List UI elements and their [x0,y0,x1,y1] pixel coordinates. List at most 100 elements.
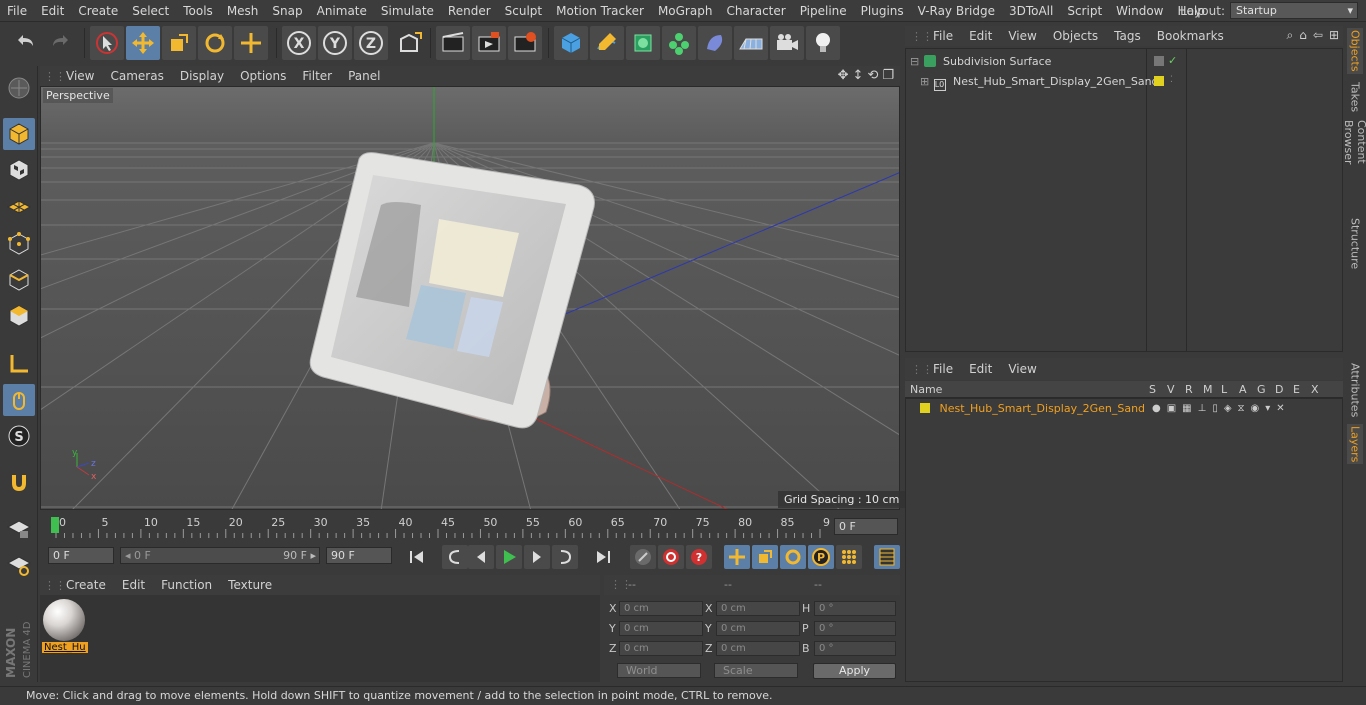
viewport-menu-panel[interactable]: Panel [340,69,388,83]
menu-animate[interactable]: Animate [310,4,374,18]
tree-toggle-icon[interactable]: ⊞ [920,72,930,91]
layer-menu-file[interactable]: File [925,362,961,376]
frame-range-slider[interactable]: ◂ 0 F 90 F ▸ [120,547,320,564]
tab-takes[interactable]: Takes [1347,80,1363,114]
viewport-menu-options[interactable]: Options [232,69,294,83]
axis-mode-icon[interactable] [3,348,35,380]
menu-render[interactable]: Render [441,4,498,18]
menu-tools[interactable]: Tools [176,4,220,18]
redo-icon[interactable] [44,26,78,60]
viewport-menu-view[interactable]: View [58,69,102,83]
edges-mode-icon[interactable] [3,264,35,296]
column-expressions[interactable]: E [1293,383,1300,396]
column-render[interactable]: R [1185,383,1193,396]
column-animation[interactable]: A [1239,383,1247,396]
material-menu-edit[interactable]: Edit [114,578,153,592]
subdivision-surface-icon[interactable] [626,26,660,60]
previous-frame-icon[interactable] [468,545,494,569]
menu-simulate[interactable]: Simulate [374,4,441,18]
go-to-end-icon[interactable] [590,545,616,569]
maximize-view-icon[interactable]: ❐ [882,68,894,83]
tab-content-browser[interactable]: Content Browser [1342,120,1366,210]
position-y-field[interactable]: 0 cm [619,621,703,636]
timeline-window-icon[interactable] [874,545,900,569]
object-name[interactable]: Nest_Hub_Smart_Display_2Gen_Sand [953,75,1159,88]
menu-vray-bridge[interactable]: V-Ray Bridge [911,4,1002,18]
current-frame-field[interactable]: 0 F [834,518,898,535]
menu-snap[interactable]: Snap [265,4,309,18]
go-to-start-icon[interactable] [404,545,430,569]
object-row-subdivision[interactable]: ⊟ Subdivision Surface ✓ [910,52,1340,71]
column-deformers[interactable]: D [1275,383,1283,396]
column-solo[interactable]: S [1149,383,1156,396]
light-icon[interactable] [806,26,840,60]
menu-sculpt[interactable]: Sculpt [498,4,549,18]
back-icon[interactable]: ⇦ [1313,28,1323,43]
menu-character[interactable]: Character [719,4,792,18]
material-menu-texture[interactable]: Texture [220,578,280,592]
size-x-field[interactable]: 0 cm [716,601,800,616]
search-icon[interactable]: ⌕ [1287,28,1294,43]
rotation-b-field[interactable]: 0 ° [814,641,896,656]
layer-menu-edit[interactable]: Edit [961,362,1000,376]
end-frame-field[interactable]: 90 F [326,547,392,564]
live-select-icon[interactable] [234,26,268,60]
render-settings-icon[interactable] [508,26,542,60]
layer-menu-view[interactable]: View [1000,362,1044,376]
camera-label[interactable]: Perspective [43,88,113,103]
cube-icon[interactable] [554,26,588,60]
start-frame-field[interactable]: 0 F [48,547,114,564]
playhead[interactable] [51,517,59,533]
scale-tool-icon[interactable] [162,26,196,60]
new-window-icon[interactable]: ⊞ [1329,28,1339,43]
column-manager[interactable]: M [1203,383,1213,396]
next-key-icon[interactable] [552,545,578,569]
apply-button[interactable]: Apply [813,663,896,679]
workplane-lock-icon[interactable] [3,512,35,544]
tab-layers[interactable]: Layers [1347,424,1363,464]
menu-create[interactable]: Create [71,4,125,18]
coordinate-mode-dropdown[interactable]: World [617,663,701,678]
menu-window[interactable]: Window [1109,4,1170,18]
rotation-h-field[interactable]: 0 ° [814,601,896,616]
layer-name[interactable]: Nest_Hub_Smart_Display_2Gen_Sand [940,402,1146,415]
viewport-menu-cameras[interactable]: Cameras [102,69,171,83]
visibility-dots-icon[interactable]: ⁚ [1170,71,1173,90]
om-menu-edit[interactable]: Edit [961,29,1000,43]
menu-motion-tracker[interactable]: Motion Tracker [549,4,651,18]
cloner-icon[interactable] [662,26,696,60]
texture-mode-icon[interactable] [3,154,35,186]
menu-plugins[interactable]: Plugins [854,4,911,18]
camera-icon[interactable] [770,26,804,60]
om-menu-view[interactable]: View [1000,29,1044,43]
menu-pipeline[interactable]: Pipeline [793,4,854,18]
previous-key-icon[interactable] [442,545,468,569]
tab-objects[interactable]: Objects [1347,28,1363,74]
key-pla-icon[interactable] [836,545,862,569]
column-xref[interactable]: X [1311,383,1319,396]
om-menu-file[interactable]: File [925,29,961,43]
menu-script[interactable]: Script [1060,4,1109,18]
position-x-field[interactable]: 0 cm [619,601,703,616]
z-axis-lock-icon[interactable]: Z [354,26,388,60]
key-parameter-icon[interactable]: P [808,545,834,569]
pan-view-icon[interactable]: ✥ [838,68,849,83]
render-to-picture-viewer-icon[interactable] [472,26,506,60]
coordinate-system-icon[interactable] [392,26,426,60]
material-name[interactable]: Nest_Hu [42,642,88,653]
material-menu-create[interactable]: Create [58,578,114,592]
position-z-field[interactable]: 0 cm [619,641,703,656]
deformer-icon[interactable] [698,26,732,60]
material-thumbnail[interactable] [43,599,85,641]
home-icon[interactable]: ⌂ [1299,28,1307,43]
column-generators[interactable]: G [1257,383,1266,396]
key-scale-icon[interactable] [752,545,778,569]
size-z-field[interactable]: 0 cm [716,641,800,656]
material-menu-function[interactable]: Function [153,578,220,592]
key-position-icon[interactable] [724,545,750,569]
column-view[interactable]: V [1167,383,1175,396]
pen-spline-icon[interactable] [590,26,624,60]
rotate-view-icon[interactable]: ⟲ [867,68,878,83]
workplane-rotate-icon[interactable] [3,548,35,580]
floor-icon[interactable] [734,26,768,60]
